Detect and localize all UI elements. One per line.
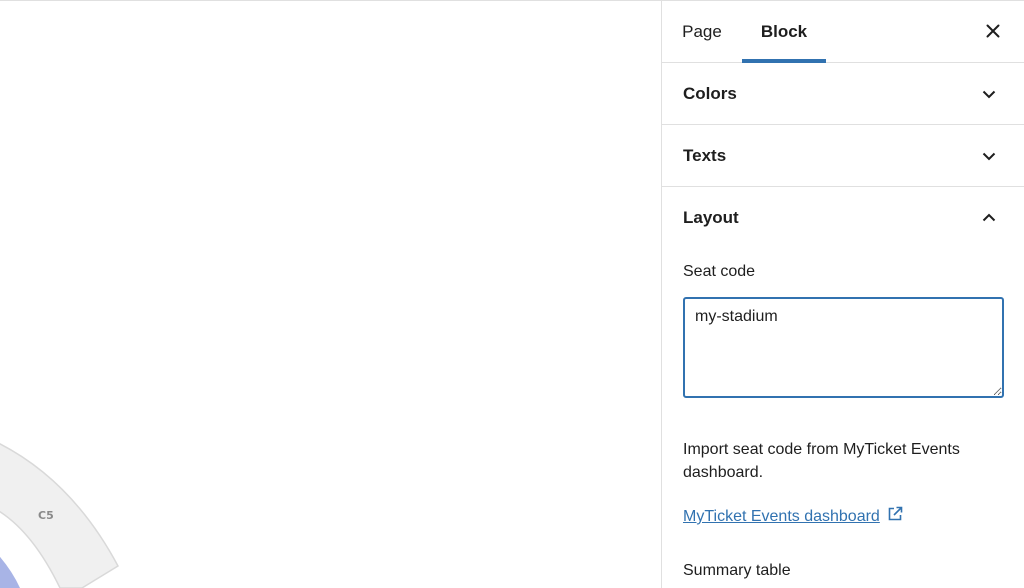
panel-colors-title: Colors bbox=[683, 84, 737, 103]
close-button[interactable] bbox=[980, 18, 1006, 44]
close-icon bbox=[986, 24, 1000, 38]
seat-code-input[interactable] bbox=[683, 297, 1004, 398]
myticket-dashboard-link-label: MyTicket Events dashboard bbox=[683, 508, 880, 525]
summary-table-label: Summary table bbox=[683, 562, 791, 579]
seat-code-label: Seat code bbox=[683, 263, 756, 280]
chevron-down-icon bbox=[982, 90, 996, 99]
sidebar-tabs: Page Block bbox=[662, 1, 1024, 63]
panel-texts-title: Texts bbox=[683, 146, 727, 165]
panel-colors-toggle[interactable]: Colors bbox=[662, 63, 1024, 124]
panel-layout-title: Layout bbox=[683, 208, 739, 227]
stadium-map: C5 bbox=[0, 439, 119, 588]
stadium-field bbox=[0, 556, 20, 588]
seat-code-help-text: Import seat code from MyTicket Events da… bbox=[683, 441, 960, 481]
external-link-icon bbox=[888, 506, 903, 521]
panel-layout: Layout Seat code Import seat code from M… bbox=[662, 187, 1024, 580]
editor-window: C5 Page Block Colors Texts Layout Seat c… bbox=[0, 0, 1024, 588]
tab-page[interactable]: Page bbox=[662, 1, 742, 62]
panel-texts-toggle[interactable]: Texts bbox=[662, 125, 1024, 186]
seat-section-label: C5 bbox=[38, 509, 54, 522]
panel-texts: Texts bbox=[662, 125, 1024, 187]
tab-block[interactable]: Block bbox=[742, 1, 826, 63]
chevron-up-icon bbox=[982, 213, 996, 222]
panel-layout-toggle[interactable]: Layout bbox=[662, 187, 1024, 248]
settings-sidebar: Page Block Colors Texts Layout Seat code… bbox=[661, 1, 1024, 588]
seat-section-c5[interactable] bbox=[0, 439, 119, 588]
editor-canvas[interactable]: C5 bbox=[0, 1, 661, 588]
chevron-down-icon bbox=[982, 152, 996, 161]
panel-layout-body: Seat code Import seat code from MyTicket… bbox=[662, 260, 1024, 580]
myticket-dashboard-link[interactable]: MyTicket Events dashboard bbox=[683, 505, 904, 526]
panel-colors: Colors bbox=[662, 63, 1024, 125]
